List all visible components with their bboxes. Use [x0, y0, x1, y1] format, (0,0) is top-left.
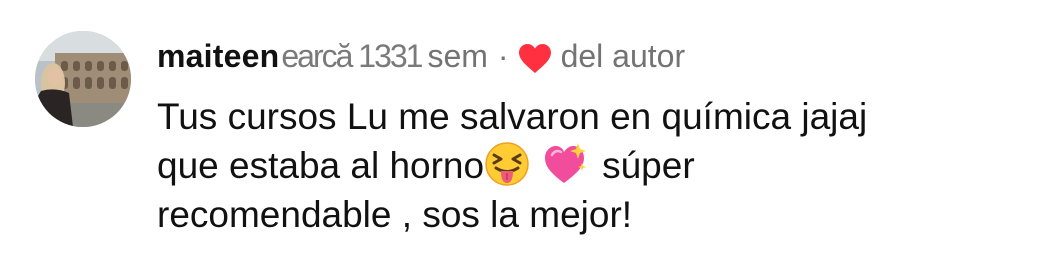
comment-meta: maiteen earcă 1331 sem · del autor	[157, 34, 685, 78]
avatar[interactable]	[35, 31, 131, 127]
comment-text: Tus cursos Lu me salvaron en química jaj…	[157, 92, 1027, 239]
timestamp: sem	[427, 38, 488, 74]
comment-line-2: que estaba al horno súper	[157, 141, 1027, 190]
comment-line-1: Tus cursos Lu me salvaron en química jaj…	[157, 96, 868, 137]
comment: maiteen earcă 1331 sem · del autor Tus c…	[0, 0, 1044, 254]
comment-line-3: recomendable , sos la mejor!	[157, 194, 633, 235]
heart-icon	[518, 41, 551, 73]
comment-line-2-text: que estaba al horno	[157, 145, 485, 186]
liked-by-author-label: del autor	[560, 38, 686, 74]
separator-dot: ·	[497, 38, 509, 74]
username[interactable]: maiteen	[157, 34, 279, 78]
comment-line-2-tail: súper	[602, 145, 695, 186]
sparkling-heart-emoji	[542, 141, 588, 187]
avatar-photo	[35, 31, 131, 127]
squinting-face-with-tongue-emoji	[484, 141, 530, 187]
overlap-text: earcă 1331	[281, 38, 423, 74]
